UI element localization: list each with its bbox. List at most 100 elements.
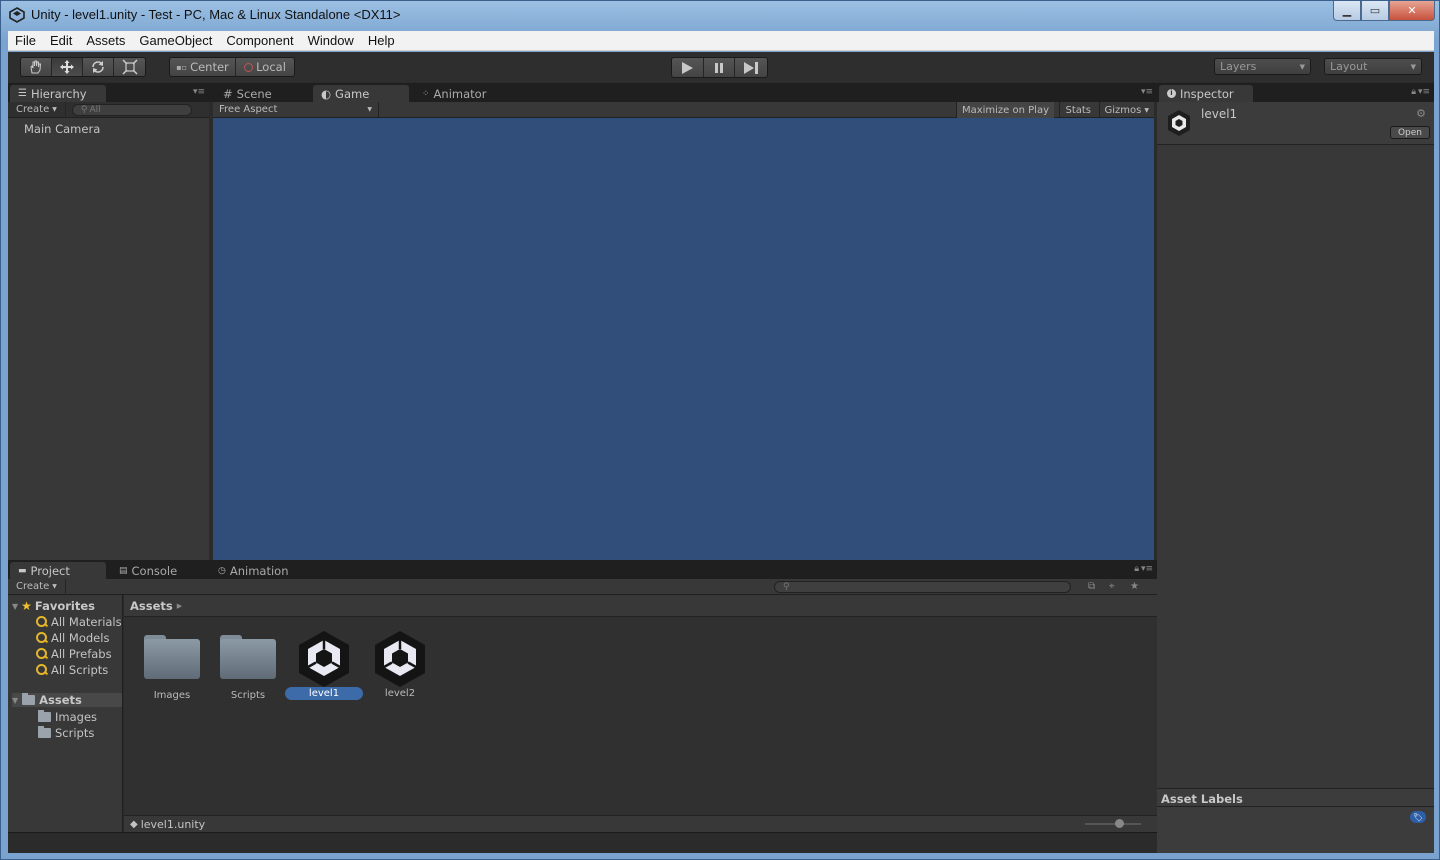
maximize-button[interactable]: ▭ [1361, 1, 1389, 21]
filter-label-icon[interactable]: ⌖ [1109, 581, 1115, 592]
menu-file[interactable]: File [8, 33, 43, 48]
tab-hierarchy[interactable]: ☰ Hierarchy [10, 85, 106, 102]
favorite-label: All Materials [51, 615, 122, 629]
hierarchy-search-input[interactable]: ⚲ All [71, 103, 192, 116]
tab-animator[interactable]: ⁘ Animator [414, 85, 510, 102]
grid-item-level2[interactable]: level2 [362, 629, 438, 700]
panel-menu-icon[interactable]: ▾≡ [1141, 87, 1153, 97]
panel-menu-icon[interactable]: ▾≡ [1418, 87, 1430, 97]
panel-menu-icon[interactable]: ▾≡ [1141, 564, 1153, 574]
minimize-button[interactable]: ▁ [1333, 1, 1361, 21]
favorite-all-models[interactable]: All Models [36, 631, 109, 645]
tab-inspector[interactable]: i Inspector [1159, 85, 1253, 102]
step-button[interactable] [735, 58, 767, 77]
step-icon [744, 61, 759, 74]
star-favorite-icon[interactable]: ★ [1130, 581, 1139, 592]
hierarchy-panel: ☰ Hierarchy ▾≡ Create ▼ ⚲ All Main Camer… [8, 83, 209, 560]
menu-component[interactable]: Component [219, 33, 300, 48]
tab-project[interactable]: ▬ Project [10, 562, 106, 579]
space-label: Local [256, 60, 286, 74]
project-tree: ▼ ★ Favorites All Materials All Models A… [8, 595, 123, 832]
project-create-button[interactable]: Create ▼ [8, 578, 66, 595]
icon-size-slider[interactable] [1085, 819, 1141, 828]
pause-button[interactable] [704, 58, 736, 77]
expand-arrow-icon[interactable]: ▼ [12, 696, 18, 705]
hierarchy-tab-label: Hierarchy [30, 86, 87, 101]
assets-root-label: Assets [39, 693, 82, 707]
editor-area: ▪▫ Center Local Layers ▼ Layout ▼ ☰ Hier… [8, 52, 1434, 853]
hand-tool-button[interactable] [21, 58, 52, 76]
project-status-bar: ◆ level1.unity [124, 815, 1157, 832]
hierarchy-list-icon: ☰ [18, 88, 27, 99]
hierarchy-item-main-camera[interactable]: Main Camera [24, 122, 100, 136]
settings-gear-icon[interactable]: ⚙ [1416, 107, 1426, 120]
layers-dropdown[interactable]: Layers ▼ [1214, 58, 1311, 75]
maximize-on-play-toggle[interactable]: Maximize on Play [955, 102, 1054, 118]
tab-console[interactable]: ▤ Console [111, 562, 207, 579]
tab-animation[interactable]: ◷ Animation [210, 562, 306, 579]
panel-menu-icon[interactable]: ▾≡ [193, 87, 205, 97]
filter-type-icon[interactable]: ⧉ [1088, 581, 1095, 592]
open-button[interactable]: Open [1390, 126, 1430, 139]
scale-tool-button[interactable] [114, 58, 145, 76]
search-icon: ⚲ [80, 104, 88, 115]
lock-icon[interactable]: 🔒︎ [1411, 87, 1416, 97]
play-button[interactable] [672, 58, 704, 77]
menu-gameobject[interactable]: GameObject [132, 33, 219, 48]
menu-window[interactable]: Window [301, 33, 361, 48]
favorites-header[interactable]: ▼ ★ Favorites [12, 599, 95, 613]
hierarchy-create-button[interactable]: Create ▼ [8, 101, 66, 118]
tab-game[interactable]: ◐ Game [313, 85, 409, 102]
hierarchy-subbar: Create ▼ ⚲ All [8, 101, 209, 118]
animation-tab-label: Animation [229, 563, 289, 578]
animation-clock-icon: ◷ [218, 565, 226, 576]
label-tag-icon[interactable]: 🏷︎ [1410, 811, 1426, 823]
layout-dropdown[interactable]: Layout ▼ [1324, 58, 1422, 75]
stats-toggle[interactable]: Stats [1059, 102, 1096, 118]
folder-label: Images [55, 710, 98, 724]
tree-folder-images[interactable]: Images [38, 710, 97, 724]
lock-icon[interactable]: 🔒︎ [1134, 564, 1139, 574]
move-tool-button[interactable] [52, 58, 83, 76]
tree-folder-scripts[interactable]: Scripts [38, 726, 94, 740]
slider-thumb[interactable] [1115, 819, 1124, 828]
tab-scene[interactable]: # Scene [215, 85, 307, 102]
hand-icon [30, 60, 42, 74]
rotate-tool-button[interactable] [83, 58, 114, 76]
folder-icon [38, 710, 51, 722]
project-search-input[interactable]: ⚲ [774, 580, 1071, 593]
close-button[interactable]: ✕ [1389, 1, 1435, 21]
pivot-local-toggle[interactable]: Local [236, 58, 294, 76]
grid-item-level1[interactable]: level1 [284, 629, 364, 700]
grid-item-scripts[interactable]: Scripts [210, 633, 286, 702]
grid-item-images[interactable]: Images [134, 633, 210, 702]
breadcrumb-assets[interactable]: Assets [130, 599, 173, 613]
pivot-controls: ▪▫ Center Local [169, 57, 295, 77]
menu-help[interactable]: Help [361, 33, 402, 48]
folder-label: Scripts [55, 726, 95, 740]
breadcrumb: Assets ▶ [124, 595, 1157, 617]
pivot-icon: ▪▫ [176, 62, 188, 72]
pivot-center-toggle[interactable]: ▪▫ Center [170, 58, 236, 76]
project-grid: Assets ▶ Images Scripts level1 level2 ◆ … [124, 595, 1157, 832]
chevron-down-icon: ▼ [1410, 62, 1416, 71]
menu-assets[interactable]: Assets [79, 33, 132, 48]
expand-arrow-icon[interactable]: ▼ [12, 602, 18, 611]
assets-root-item[interactable]: ▼ Assets [12, 693, 122, 707]
gizmos-dropdown[interactable]: Gizmos ▼ [1098, 102, 1154, 118]
layout-label: Layout [1330, 60, 1368, 73]
create-label: Create [16, 581, 50, 592]
favorite-all-scripts[interactable]: All Scripts [36, 663, 108, 677]
unity-logo-icon [9, 7, 25, 23]
project-tab-label: Project [30, 563, 70, 578]
favorite-label: All Prefabs [51, 647, 112, 661]
unity-window: Unity - level1.unity - Test - PC, Mac & … [0, 0, 1440, 860]
inspector-asset-name: level1 [1201, 107, 1238, 121]
aspect-dropdown[interactable]: Free Aspect ▼ [213, 101, 379, 118]
menu-edit[interactable]: Edit [43, 33, 79, 48]
favorite-all-prefabs[interactable]: All Prefabs [36, 647, 112, 661]
favorite-all-materials[interactable]: All Materials [36, 615, 122, 629]
grid-item-label: Images [153, 690, 191, 701]
game-view-canvas[interactable] [213, 118, 1154, 560]
chevron-down-icon: ▼ [52, 583, 57, 590]
